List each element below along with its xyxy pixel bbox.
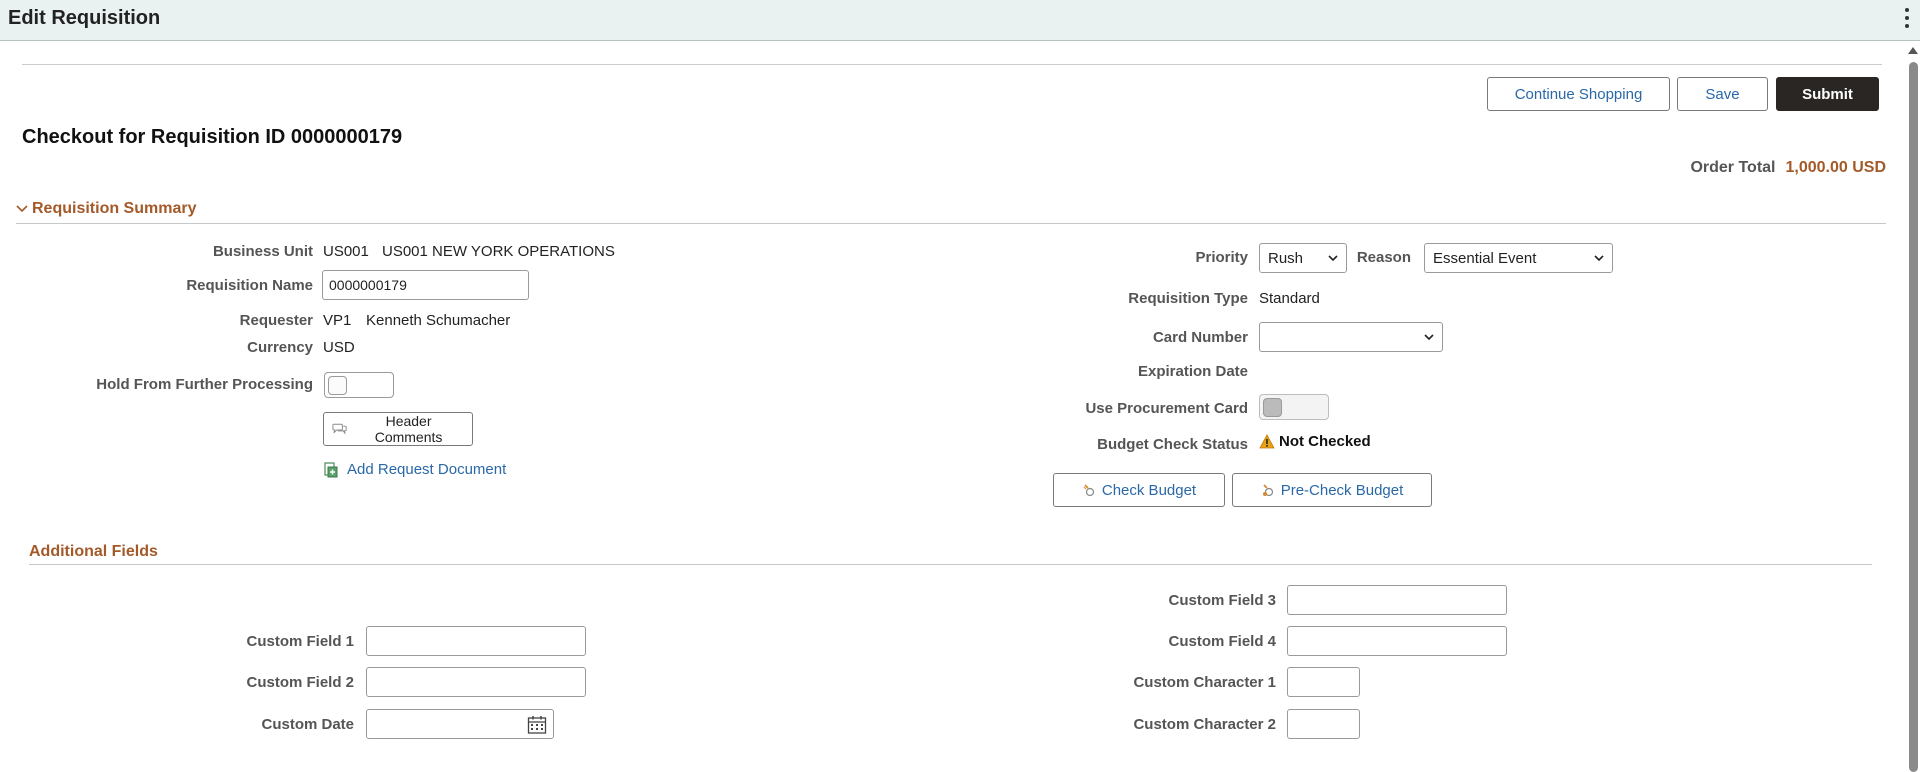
pre-check-budget-icon xyxy=(1262,484,1273,497)
custom-date-label: Custom Date xyxy=(261,716,354,733)
custom-field-1-input[interactable] xyxy=(366,626,586,656)
chevron-down-icon xyxy=(1594,255,1604,262)
use-procurement-card-label: Use Procurement Card xyxy=(1085,400,1248,417)
business-unit-code: US001 xyxy=(323,243,369,260)
budget-check-status-label: Budget Check Status xyxy=(1097,436,1248,453)
requisition-name-label: Requisition Name xyxy=(186,277,313,294)
priority-select[interactable]: Rush xyxy=(1259,243,1347,273)
requester-name: Kenneth Schumacher xyxy=(366,312,511,329)
requisition-type-value: Standard xyxy=(1259,290,1320,307)
currency-value: USD xyxy=(323,339,355,356)
page-header: Edit Requisition xyxy=(0,0,1920,41)
check-budget-button[interactable]: Check Budget xyxy=(1053,473,1225,507)
requisition-summary-title: Requisition Summary xyxy=(32,200,197,217)
divider xyxy=(22,64,1882,65)
expiration-date-label: Expiration Date xyxy=(1137,363,1248,380)
check-budget-icon xyxy=(1083,484,1094,497)
scroll-up-arrow-icon[interactable] xyxy=(1908,47,1918,54)
reason-select[interactable]: Essential Event xyxy=(1424,243,1613,273)
reason-value: Essential Event xyxy=(1433,249,1537,267)
reason-label: Reason xyxy=(1356,249,1411,266)
section-divider xyxy=(29,564,1872,565)
custom-field-3-label: Custom Field 3 xyxy=(1168,592,1276,609)
requisition-summary-toggle[interactable]: Requisition Summary xyxy=(16,200,196,218)
budget-check-status-value: Not Checked xyxy=(1279,433,1371,450)
card-number-select[interactable] xyxy=(1259,322,1443,352)
order-total-value: 1,000.00 USD xyxy=(1785,159,1886,176)
continue-shopping-button[interactable]: Continue Shopping xyxy=(1487,77,1670,111)
chevron-down-icon xyxy=(1424,334,1434,341)
budget-check-status: Not Checked xyxy=(1259,433,1371,450)
vertical-scrollbar[interactable] xyxy=(1906,44,1920,772)
custom-date-input[interactable] xyxy=(366,709,554,739)
requester-code: VP1 xyxy=(323,312,352,329)
pre-check-budget-button[interactable]: Pre-Check Budget xyxy=(1232,473,1432,507)
save-button[interactable]: Save xyxy=(1677,77,1768,111)
custom-field-4-input[interactable] xyxy=(1287,626,1507,656)
hold-toggle[interactable] xyxy=(324,372,394,398)
order-total: Order Total 1,000.00 USD xyxy=(1690,159,1886,177)
comments-icon xyxy=(332,423,347,434)
chevron-down-icon xyxy=(1328,255,1338,262)
custom-character-1-input[interactable] xyxy=(1287,667,1360,697)
custom-character-2-input[interactable] xyxy=(1287,709,1360,739)
requisition-type-label: Requisition Type xyxy=(1128,290,1248,307)
chevron-down-icon xyxy=(16,205,28,213)
custom-field-3-input[interactable] xyxy=(1287,585,1507,615)
header-comments-label: Header Comments xyxy=(374,413,443,445)
priority-value: Rush xyxy=(1268,249,1304,267)
custom-character-2-label: Custom Character 2 xyxy=(1133,716,1276,733)
calendar-icon[interactable] xyxy=(527,715,547,734)
pre-check-budget-label: Pre-Check Budget xyxy=(1280,481,1404,499)
custom-field-4-label: Custom Field 4 xyxy=(1168,633,1276,650)
section-divider xyxy=(16,223,1886,224)
scrollbar-thumb[interactable] xyxy=(1909,62,1918,772)
order-total-label: Order Total xyxy=(1690,159,1776,176)
priority-label: Priority xyxy=(1195,249,1248,266)
submit-button[interactable]: Submit xyxy=(1776,77,1879,111)
add-request-document-link[interactable]: Add Request Document xyxy=(323,461,506,478)
page-header-title: Edit Requisition xyxy=(8,7,161,29)
requisition-name-input[interactable] xyxy=(322,270,529,300)
additional-fields-title: Additional Fields xyxy=(29,543,158,560)
card-number-label: Card Number xyxy=(1152,329,1248,346)
business-unit-label: Business Unit xyxy=(212,243,313,260)
warning-icon xyxy=(1259,434,1275,449)
hold-label: Hold From Further Processing xyxy=(96,376,313,393)
currency-label: Currency xyxy=(247,339,313,356)
custom-field-2-input[interactable] xyxy=(366,667,586,697)
requester-label: Requester xyxy=(239,312,313,329)
business-unit-name: US001 NEW YORK OPERATIONS xyxy=(382,243,615,260)
use-procurement-card-toggle[interactable] xyxy=(1259,394,1329,420)
check-budget-label: Check Budget xyxy=(1101,481,1197,499)
page-title: Checkout for Requisition ID 0000000179 xyxy=(22,126,403,148)
header-comments-button[interactable]: Header Comments xyxy=(323,412,473,446)
add-request-document-label: Add Request Document xyxy=(347,461,507,478)
custom-field-1-label: Custom Field 1 xyxy=(246,633,354,650)
custom-field-2-label: Custom Field 2 xyxy=(246,674,354,691)
custom-character-1-label: Custom Character 1 xyxy=(1133,674,1276,691)
kebab-menu-icon[interactable] xyxy=(1904,8,1910,28)
add-document-icon xyxy=(324,461,338,477)
